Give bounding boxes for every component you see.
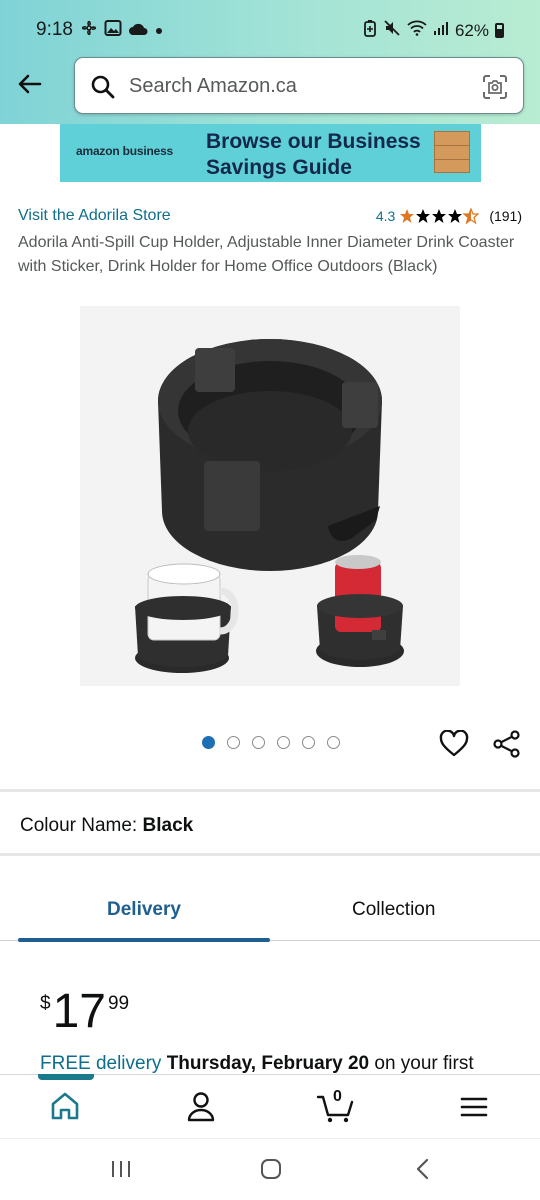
mute-icon bbox=[383, 19, 401, 42]
price: $ 17 99 bbox=[40, 985, 129, 1039]
wifi-icon bbox=[407, 20, 427, 41]
rating-value: 4.3 bbox=[375, 208, 396, 224]
search-input[interactable]: Search Amazon.ca bbox=[129, 75, 297, 98]
image-dot-5[interactable] bbox=[302, 736, 315, 749]
section-divider bbox=[0, 853, 540, 856]
colour-variation: Colour Name: Black bbox=[20, 815, 193, 837]
search-bar[interactable]: Search Amazon.ca bbox=[74, 57, 524, 114]
delivery-rest: on your first bbox=[374, 1053, 474, 1074]
system-icons: 62% bbox=[363, 19, 504, 42]
account-icon[interactable] bbox=[183, 1090, 219, 1124]
battery-percent: 62% bbox=[454, 20, 489, 40]
wishlist-heart-icon[interactable] bbox=[439, 729, 469, 763]
section-divider bbox=[0, 789, 540, 792]
status-bar: 9:18 62% bbox=[0, 0, 540, 58]
search-icon bbox=[90, 74, 116, 105]
business-banner[interactable]: amazon business Browse our Business Savi… bbox=[60, 124, 481, 182]
price-fraction: 99 bbox=[107, 993, 130, 1014]
battery-icon bbox=[495, 23, 504, 38]
delivery-message: FREE delivery Thursday, February 20 on y… bbox=[40, 1053, 474, 1075]
image-dot-6[interactable] bbox=[327, 736, 340, 749]
notification-icons bbox=[80, 19, 164, 42]
tab-delivery[interactable]: Delivery bbox=[107, 899, 181, 921]
cart-icon[interactable]: 0 bbox=[316, 1088, 358, 1124]
image-dot-4[interactable] bbox=[277, 736, 290, 749]
image-dot-2[interactable] bbox=[227, 736, 240, 749]
image-dot-3[interactable] bbox=[252, 736, 265, 749]
fan-icon bbox=[80, 19, 98, 42]
box-stack-icon bbox=[434, 131, 470, 173]
free-delivery-link[interactable]: FREE delivery bbox=[40, 1053, 161, 1074]
share-icon[interactable] bbox=[492, 730, 522, 763]
rating-summary[interactable]: 4.3 (191) bbox=[376, 208, 522, 224]
active-nav-indicator bbox=[38, 1074, 94, 1080]
product-image[interactable] bbox=[80, 306, 460, 686]
camera-search-icon[interactable] bbox=[482, 74, 508, 105]
star-rating bbox=[399, 208, 480, 224]
active-tab-indicator bbox=[18, 938, 270, 942]
cloud-icon bbox=[128, 21, 148, 41]
home-icon[interactable] bbox=[47, 1090, 83, 1124]
image-dot-1[interactable] bbox=[202, 736, 215, 749]
back-nav-icon[interactable] bbox=[410, 1156, 436, 1187]
menu-icon[interactable] bbox=[456, 1090, 492, 1124]
back-arrow-icon bbox=[18, 74, 42, 94]
image-pagination bbox=[202, 736, 340, 749]
back-button[interactable] bbox=[12, 66, 48, 102]
recent-apps-icon[interactable] bbox=[108, 1156, 134, 1187]
amazon-product-page: 9:18 62% Search Amazon.ca amazon busines… bbox=[0, 0, 540, 1200]
amazon-business-logo: amazon business bbox=[76, 144, 174, 158]
review-count: (191) bbox=[489, 208, 522, 224]
colour-label: Colour Name: bbox=[20, 815, 138, 836]
colour-value: Black bbox=[142, 815, 194, 836]
store-link[interactable]: Visit the Adorila Store bbox=[18, 207, 171, 225]
banner-text: Browse our Business Savings Guide bbox=[206, 130, 421, 179]
price-currency: $ bbox=[40, 993, 51, 1014]
signal-icon bbox=[433, 20, 449, 41]
price-whole: 17 bbox=[52, 985, 106, 1038]
battery-saver-icon bbox=[363, 19, 377, 42]
cup-holder-illustration bbox=[135, 339, 404, 673]
gallery-icon bbox=[104, 19, 122, 42]
product-title: Adorila Anti-Spill Cup Holder, Adjustabl… bbox=[18, 234, 515, 275]
status-time: 9:18 bbox=[36, 19, 73, 40]
tab-collection[interactable]: Collection bbox=[352, 899, 435, 921]
home-button-icon[interactable] bbox=[258, 1156, 284, 1187]
more-notifications-icon bbox=[154, 21, 164, 41]
cart-count: 0 bbox=[333, 1088, 342, 1105]
star-icon bbox=[400, 209, 415, 223]
delivery-date: Thursday, February 20 bbox=[166, 1053, 370, 1074]
